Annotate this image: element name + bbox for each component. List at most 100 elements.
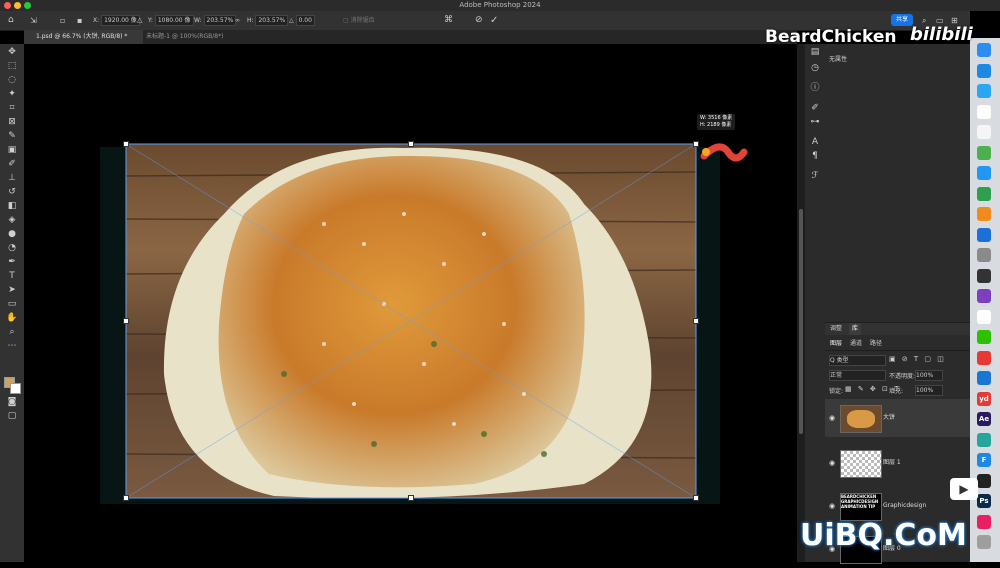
adjustments-icon[interactable]: ⊶	[809, 116, 821, 128]
ps-icon[interactable]: Ps	[977, 494, 991, 508]
type-tool-icon[interactable]: T	[5, 270, 19, 282]
home-icon[interactable]: ⌂	[8, 11, 14, 30]
info-panel-icon[interactable]: ⓘ	[809, 82, 821, 94]
x-field[interactable]: X: 1920.00 像	[93, 11, 140, 30]
eyedropper-icon[interactable]: ✎	[5, 130, 19, 142]
lasso-tool-icon[interactable]: ◌	[5, 74, 19, 86]
magic-wand-icon[interactable]: ✦	[5, 88, 19, 100]
tab-layers[interactable]: 图层	[830, 338, 842, 350]
reference-grid-icon[interactable]: ▪	[77, 11, 82, 30]
crop-tool-icon[interactable]: ⌗	[5, 102, 19, 114]
healing-brush-icon[interactable]: ▣	[5, 144, 19, 156]
visibility-eye-icon[interactable]: ◉	[829, 444, 835, 482]
width-input[interactable]: 203.57%	[203, 15, 237, 26]
chrome-icon[interactable]	[977, 350, 991, 365]
rectangle-tool-icon[interactable]: ▭	[5, 298, 19, 310]
app-icon[interactable]	[977, 473, 991, 488]
document-canvas[interactable]: W: 3516 像素 H: 2189 像素	[24, 44, 797, 562]
path-select-icon[interactable]: ➤	[5, 284, 19, 296]
finder-icon[interactable]	[977, 43, 991, 57]
y-input[interactable]: 1080.00 像	[154, 15, 194, 26]
opacity-input[interactable]: 100%	[915, 370, 943, 381]
stamp-tool-icon[interactable]: ⊥	[5, 172, 19, 184]
scrollbar-thumb[interactable]	[799, 209, 803, 434]
y-field[interactable]: Y: 1080.00 像	[148, 11, 194, 30]
transform-handle-bl[interactable]	[123, 495, 129, 501]
layer-row[interactable]: ◉ 图层 1	[825, 444, 970, 482]
hand-tool-icon[interactable]: ✋	[5, 312, 19, 324]
canvas-scrollbar[interactable]	[797, 44, 805, 562]
tab-library[interactable]: 库	[849, 323, 862, 335]
transform-handle-tl[interactable]	[123, 141, 129, 147]
history-brush-icon[interactable]: ↺	[5, 186, 19, 198]
pages-icon[interactable]	[977, 207, 991, 221]
tab-channels[interactable]: 通道	[850, 338, 862, 350]
link-icon[interactable]: ∞	[235, 11, 240, 30]
tab-untitled-document[interactable]: 未标题-1 @ 100%(RGB/8*)	[134, 30, 251, 44]
tab-paths[interactable]: 路径	[870, 338, 882, 350]
screen-mode-icon[interactable]: ▢	[5, 410, 19, 422]
transform-handle-bottom[interactable]	[408, 495, 414, 501]
calendar-icon[interactable]	[977, 104, 991, 119]
transform-handle-tr[interactable]	[693, 141, 699, 147]
dodge-tool-icon[interactable]: ◔	[5, 242, 19, 254]
properties-panel-icon[interactable]: ▤	[809, 46, 821, 58]
qq-icon[interactable]	[977, 309, 991, 324]
brush-settings-icon[interactable]: ✐	[809, 102, 821, 114]
warp-icon[interactable]: ⌘	[444, 11, 453, 30]
photos-icon[interactable]	[977, 514, 991, 529]
settings-icon[interactable]	[977, 248, 991, 262]
layer-row[interactable]: ◉ 大饼	[825, 399, 970, 437]
more-tools-icon[interactable]: ⋯	[5, 340, 19, 352]
reminders-icon[interactable]	[977, 125, 991, 139]
transform-handle-right[interactable]	[693, 318, 699, 324]
frame-tool-icon[interactable]: ⊠	[5, 116, 19, 128]
height-input[interactable]: 203.57%	[255, 15, 289, 26]
brush-tool-icon[interactable]: ✐	[5, 158, 19, 170]
layer-filter-select[interactable]: Q 类型	[829, 355, 886, 366]
width-field[interactable]: W: 203.57%	[194, 11, 237, 30]
messages-icon[interactable]	[977, 166, 991, 180]
zoom-tool-icon[interactable]: ⌕	[5, 326, 19, 338]
tab-active-document[interactable]: 1.psd @ 66.7% (大饼, RGB/8) *	[24, 30, 143, 44]
background-color-swatch[interactable]	[10, 383, 21, 394]
character-panel-icon[interactable]: A	[809, 136, 821, 148]
blur-tool-icon[interactable]: ●	[5, 228, 19, 240]
height-field[interactable]: H: 203.57%	[247, 11, 289, 30]
reference-point-icon[interactable]: ▫	[60, 11, 65, 30]
paint-bucket-icon[interactable]: ◈	[5, 214, 19, 226]
x-input[interactable]: 1920.00 像	[101, 15, 140, 26]
relative-position-icon[interactable]: △	[137, 11, 142, 30]
blend-mode-select[interactable]: 正常	[829, 370, 886, 381]
move-tool-icon[interactable]: ✥	[5, 46, 19, 58]
paragraph-panel-icon[interactable]: ¶	[809, 150, 821, 162]
numbers-icon[interactable]	[977, 186, 991, 201]
cloud-icon[interactable]	[977, 371, 991, 385]
ae-icon[interactable]: Ae	[977, 412, 991, 426]
safari-icon[interactable]	[977, 84, 991, 98]
maps-icon[interactable]	[977, 145, 991, 160]
glyphs-panel-icon[interactable]: ℱ	[809, 170, 821, 182]
transform-handle-top[interactable]	[408, 141, 414, 147]
rotate-field[interactable]: △ 0.00	[289, 11, 315, 30]
quicktime-icon[interactable]	[977, 432, 991, 447]
transform-handle-left[interactable]	[123, 318, 129, 324]
feishu-icon[interactable]: F	[977, 453, 991, 467]
rotate-input[interactable]: 0.00	[295, 15, 315, 26]
marquee-tool-icon[interactable]: ⬚	[5, 60, 19, 72]
cancel-transform-icon[interactable]: ⊘	[475, 11, 483, 30]
quick-mask-icon[interactable]: ◙	[5, 396, 19, 408]
layer-filter-icons[interactable]: ▣ ⊘ T ▢ ◫	[889, 355, 946, 363]
wechat-icon[interactable]	[977, 330, 991, 344]
eraser-tool-icon[interactable]: ◧	[5, 200, 19, 212]
transform-mode-icon[interactable]: ⇲	[30, 11, 37, 30]
chatgpt-icon[interactable]	[977, 268, 991, 283]
history-panel-icon[interactable]: ◷	[809, 62, 821, 74]
commit-transform-icon[interactable]: ✓	[490, 11, 498, 30]
antialias-option[interactable]: ▢ 消除锯齿	[343, 11, 375, 30]
tab-adjustments[interactable]: 调整	[830, 323, 842, 335]
video-play-icon[interactable]: ▶	[950, 478, 978, 500]
trash-icon[interactable]	[977, 535, 991, 549]
pen-tool-icon[interactable]: ✒	[5, 256, 19, 268]
appstore-icon[interactable]	[977, 63, 991, 78]
